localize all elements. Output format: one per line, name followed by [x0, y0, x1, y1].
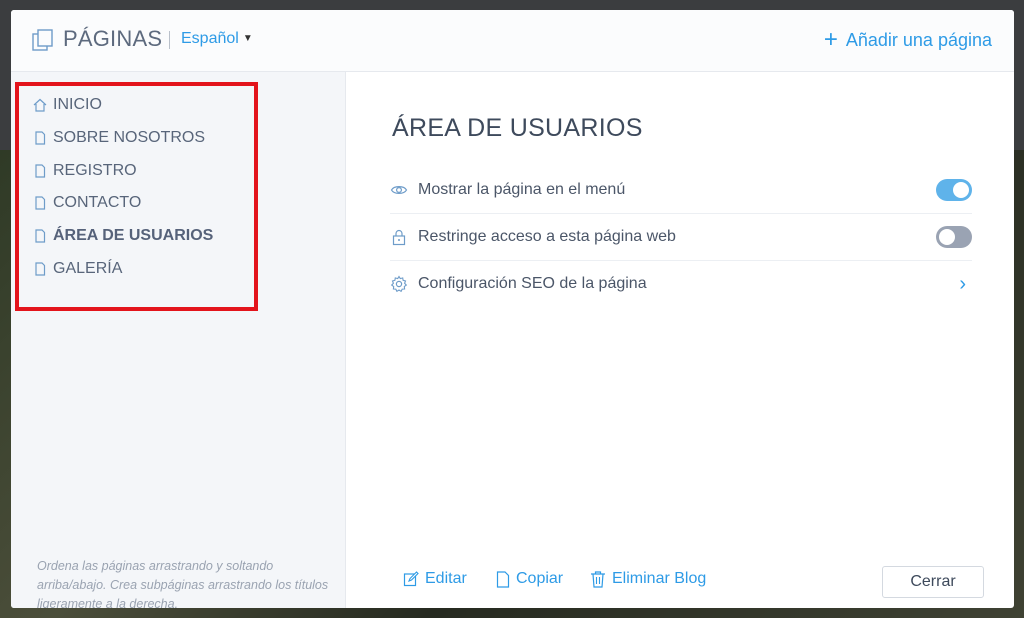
toggle-knob: [939, 229, 955, 245]
pages-sidebar: INICIO SOBRE NOSOTROS REGISTRO CONTACTO …: [11, 72, 346, 608]
copy-icon: [496, 570, 510, 588]
edit-icon: [403, 571, 419, 587]
setting-label: Configuración SEO de la página: [418, 275, 647, 292]
sidebar-hint: Ordena las páginas arrastrando y soltand…: [37, 559, 329, 608]
gear-icon: [390, 275, 408, 293]
close-button[interactable]: Cerrar: [882, 566, 984, 598]
caret-down-icon: ▼: [242, 33, 253, 44]
header-divider: [169, 31, 170, 49]
dialog-header: PÁGINAS Español ▼ + Añadir una página: [11, 10, 1014, 72]
setting-label: Mostrar la página en el menú: [418, 181, 626, 198]
pages-icon: [32, 29, 53, 51]
add-page-label: Añadir una página: [845, 29, 992, 50]
delete-label: Eliminar Blog: [612, 570, 707, 587]
page-settings-panel: ÁREA DE USUARIOS Mostrar la página en el…: [346, 72, 1014, 608]
chevron-right-icon: ›: [959, 272, 966, 295]
language-label: Español: [181, 30, 239, 47]
trash-icon: [591, 571, 605, 588]
edit-label: Editar: [425, 570, 467, 587]
edit-button[interactable]: Editar: [403, 570, 467, 588]
lock-icon: [392, 229, 406, 246]
pages-dialog: PÁGINAS Español ▼ + Añadir una página INI…: [11, 10, 1014, 608]
restrict-access-toggle[interactable]: [936, 226, 972, 248]
delete-button[interactable]: Eliminar Blog: [590, 570, 706, 588]
toggle-knob: [953, 182, 969, 198]
show-in-menu-toggle[interactable]: [936, 179, 972, 201]
setting-row-show-in-menu: Mostrar la página en el menú: [390, 167, 972, 214]
setting-label: Restringe acceso a esta página web: [418, 228, 676, 245]
plus-icon: +: [823, 26, 838, 53]
add-page-button[interactable]: + Añadir una página: [824, 28, 992, 52]
dialog-title: PÁGINAS: [63, 26, 163, 51]
page-title: ÁREA DE USUARIOS: [392, 114, 643, 142]
language-dropdown[interactable]: Español ▼: [181, 30, 253, 48]
eye-icon: [390, 186, 408, 194]
copy-button[interactable]: Copiar: [496, 570, 563, 588]
setting-row-restrict-access: Restringe acceso a esta página web: [390, 214, 972, 261]
highlight-annotation-box: [15, 82, 258, 311]
copy-label: Copiar: [516, 570, 564, 587]
seo-settings-row[interactable]: Configuración SEO de la página ›: [390, 261, 972, 307]
